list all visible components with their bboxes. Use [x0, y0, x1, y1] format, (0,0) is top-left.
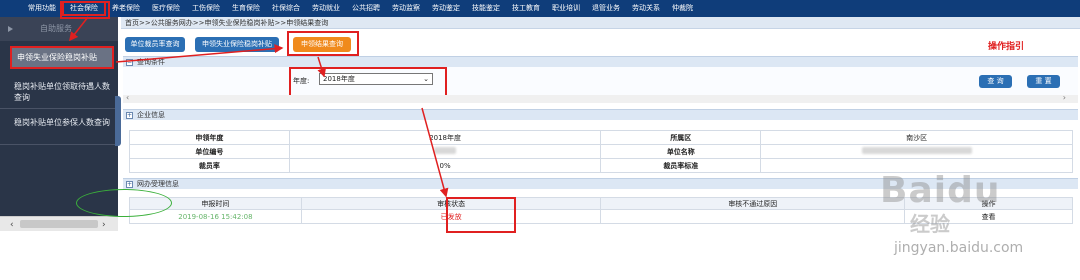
scroll-right-icon[interactable]: ›	[1063, 93, 1066, 102]
label-cell: 单位名称	[600, 144, 762, 159]
nav-item[interactable]: 技能鉴定	[466, 0, 506, 17]
expand-icon[interactable]: +	[126, 181, 133, 188]
annotation-ellipse	[76, 189, 172, 217]
expand-icon[interactable]: −	[126, 59, 133, 66]
reset-button[interactable]: 重 置	[1027, 75, 1060, 88]
column-header: 审核不通过原因	[600, 197, 906, 210]
section-title: 网办受理信息	[137, 180, 179, 188]
nav-item[interactable]: 工伤保险	[186, 0, 226, 17]
sidebar-scrollbar[interactable]: ‹ ›	[0, 216, 118, 231]
label-cell: 申领年度	[129, 130, 290, 145]
scrollbar-thumb[interactable]	[20, 220, 98, 228]
nav-item[interactable]: 社保综合	[266, 0, 306, 17]
sidebar-item-label: 申领失业保险稳岗补贴	[17, 53, 97, 62]
value-cell: 2018年度	[288, 130, 602, 145]
table-row: 申领年度 2018年度 所属区 南沙区	[129, 130, 1073, 145]
value-cell: 0%	[288, 158, 602, 173]
breadcrumb: 首页>>公共服务网办>>申领失业保险稳岗补贴>>申领结果查询	[121, 17, 1080, 29]
nav-item[interactable]: 职业培训	[546, 0, 586, 17]
nav-item[interactable]: 劳动关系	[626, 0, 666, 17]
annotation-box	[446, 197, 516, 233]
redacted-value-cell	[288, 144, 602, 159]
top-nav: 常用功能 社会保险 养老保险 医疗保险 工伤保险 生育保险 社保综合 劳动就业 公共招聘 劳动监察…	[0, 0, 1080, 17]
page: 常用功能 社会保险 养老保险 医疗保险 工伤保险 生育保险 社保综合 劳动就业 公共招聘 劳动监察…	[0, 0, 1080, 280]
redaction-blur	[434, 147, 457, 154]
annotation-box	[60, 1, 110, 19]
section-title: 查询条件	[137, 58, 165, 66]
reject-reason-cell	[600, 209, 906, 224]
sidebar-item-label: 稳岗补贴单位领取待遇人数查询	[14, 82, 110, 102]
annotation-box	[289, 67, 447, 97]
sidebar-item-recipients-query[interactable]: 稳岗补贴单位领取待遇人数查询	[0, 73, 118, 109]
label-cell: 单位编号	[129, 144, 290, 159]
company-section-header[interactable]: + 企业信息	[123, 109, 1078, 120]
sidebar-item-insured-query[interactable]: 稳岗补贴单位参保人数查询	[0, 109, 118, 145]
nav-item[interactable]: 退管业务	[586, 0, 626, 17]
operation-guide-label: 操作指引	[988, 42, 1025, 52]
nav-item[interactable]: 劳动就业	[306, 0, 346, 17]
query-button[interactable]: 查 询	[979, 75, 1012, 88]
collapse-triangle-icon[interactable]	[8, 26, 13, 32]
redacted-value-cell	[760, 144, 1073, 159]
expand-icon[interactable]: +	[126, 112, 133, 119]
redaction-blur	[861, 147, 972, 154]
sidebar-item-label: 稳岗补贴单位参保人数查询	[14, 118, 110, 127]
scroll-left-icon[interactable]: ‹	[10, 220, 14, 230]
layoff-rate-query-button[interactable]: 单位裁员率查询	[125, 37, 185, 52]
nav-item[interactable]: 仲裁院	[666, 0, 699, 17]
nav-item[interactable]: 生育保险	[226, 0, 266, 17]
watermark-sub: 经验	[910, 212, 950, 236]
apply-subsidy-button[interactable]: 申领失业保险稳岗补贴	[195, 37, 279, 52]
nav-item[interactable]: 医疗保险	[146, 0, 186, 17]
sidebar-header-label: 自助服务	[40, 24, 72, 33]
sidebar-item-apply-subsidy[interactable]: 申领失业保险稳岗补贴	[10, 46, 114, 69]
sidebar-header: 自助服务	[0, 17, 118, 41]
scroll-left-icon[interactable]: ‹	[126, 93, 129, 102]
scroll-right-icon[interactable]: ›	[102, 220, 106, 230]
company-info-table: 申领年度 2018年度 所属区 南沙区 单位编号 单位名称 裁员率 0% 裁员率…	[129, 130, 1073, 173]
annotation-box	[287, 31, 359, 56]
nav-item[interactable]: 公共招聘	[346, 0, 386, 17]
nav-item[interactable]: 劳动鉴定	[426, 0, 466, 17]
label-cell: 裁员率标准	[600, 158, 762, 173]
nav-item[interactable]: 养老保险	[106, 0, 146, 17]
value-cell: 南沙区	[760, 130, 1073, 145]
baidu-watermark: Baidu 经验 jingyan.baidu.com	[880, 170, 1070, 262]
watermark-url: jingyan.baidu.com	[894, 240, 1024, 256]
label-cell: 所属区	[600, 130, 762, 145]
table-row: 单位编号 单位名称	[129, 144, 1073, 159]
section-title: 企业信息	[137, 111, 165, 119]
horizontal-scrollbar[interactable]: ‹ ›	[123, 93, 1078, 103]
nav-item[interactable]: 常用功能	[22, 0, 62, 17]
label-cell: 裁员率	[129, 158, 290, 173]
nav-item[interactable]: 劳动监察	[386, 0, 426, 17]
watermark-brand: Baidu	[880, 170, 1001, 211]
button-row: 单位裁员率查询 申领失业保险稳岗补贴 申领结果查询	[121, 31, 1080, 56]
query-section-header[interactable]: − 查询条件	[123, 56, 1078, 67]
nav-item[interactable]: 技工教育	[506, 0, 546, 17]
